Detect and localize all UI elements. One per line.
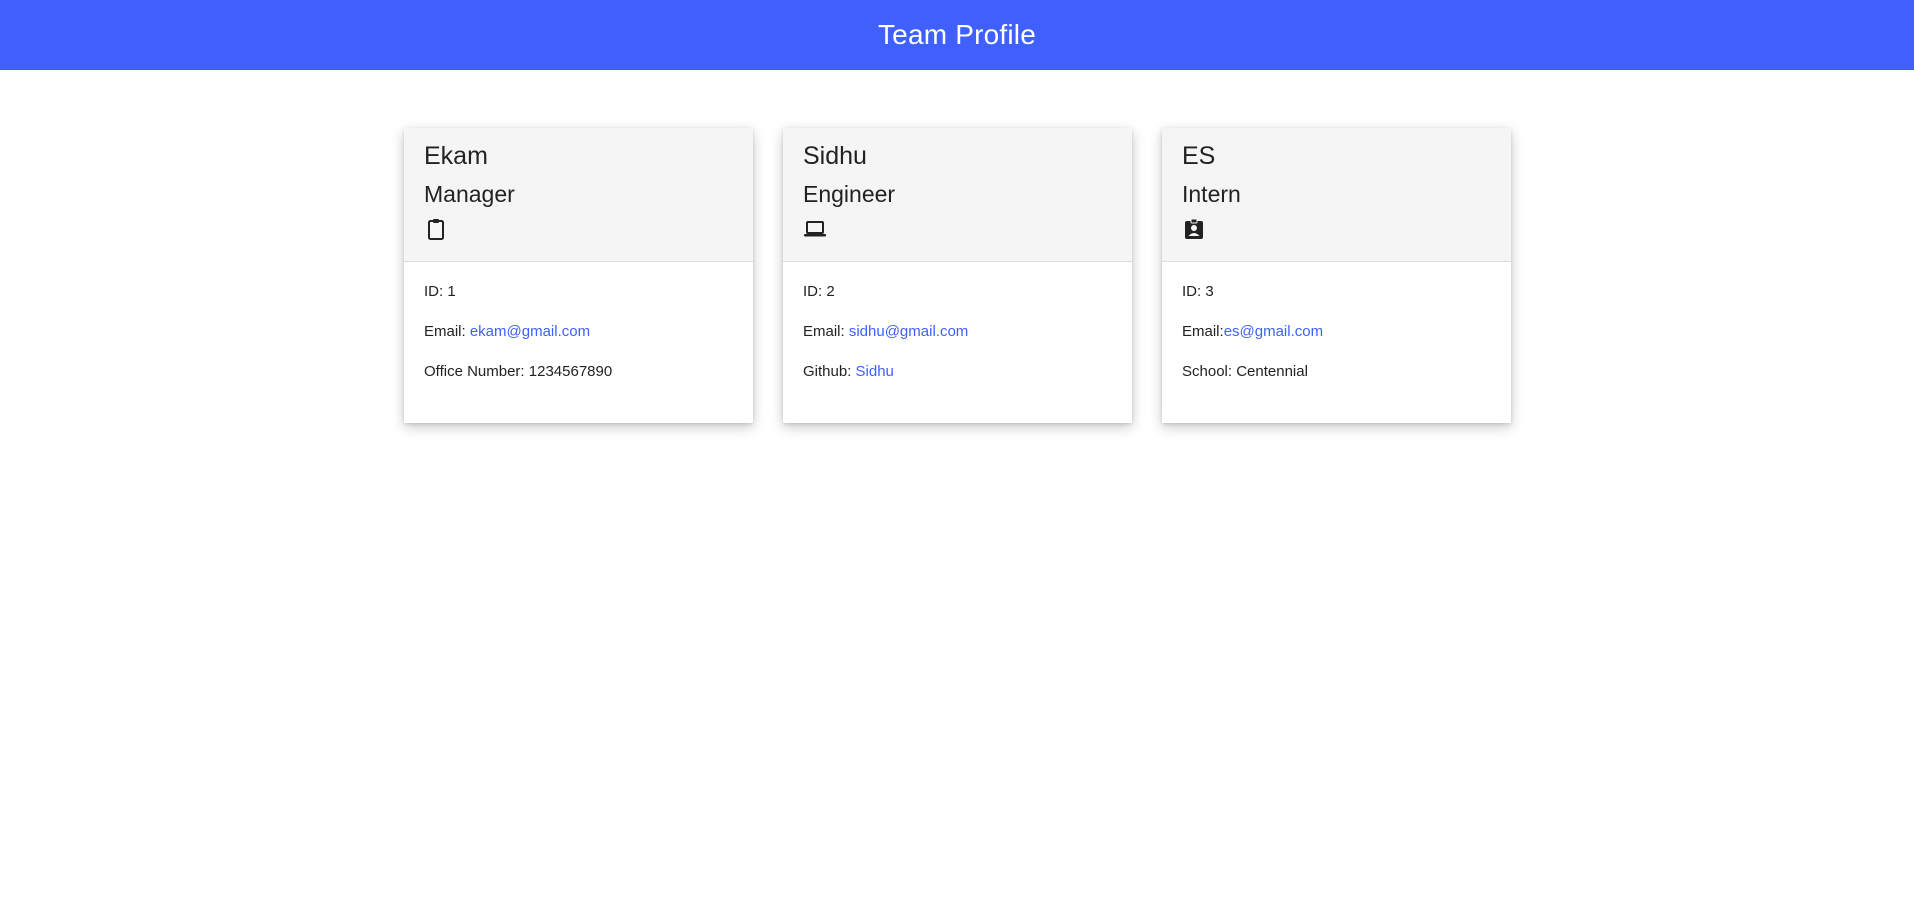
email-label: Email: (1182, 323, 1224, 340)
employee-email-line: Email: sidhu@gmail.com (803, 324, 1112, 339)
github-link[interactable]: Sidhu (856, 363, 894, 380)
employee-id: ID: 2 (803, 283, 835, 300)
employee-role: Manager (424, 181, 515, 207)
office-number-line: Office Number: 1234567890 (424, 364, 733, 379)
school-value: Centennial (1236, 363, 1308, 380)
employee-role: Intern (1182, 181, 1241, 207)
email-link[interactable]: sidhu@gmail.com (849, 323, 968, 340)
employee-card-intern: ES Intern ID: 3 Email:es@gmail.com Schoo… (1162, 128, 1511, 423)
student-badge-icon (1185, 218, 1203, 239)
email-label: Email: (803, 323, 849, 340)
office-number-label: Office Number: (424, 363, 529, 380)
page-title: Team Profile (877, 19, 1036, 50)
employee-email-line: Email:es@gmail.com (1182, 324, 1491, 339)
employee-id: ID: 3 (1182, 283, 1214, 300)
employee-card-manager: Ekam Manager ID: 1 Email: ekam@gmail.com… (404, 128, 753, 423)
email-label: Email: (424, 323, 470, 340)
employee-card-engineer: Sidhu Engineer ID: 2 Email: sidhu@gmail.… (783, 128, 1132, 423)
employee-email-line: Email: ekam@gmail.com (424, 324, 733, 339)
github-line: Github: Sidhu (803, 364, 1112, 379)
employee-name: Sidhu (803, 142, 867, 170)
email-link[interactable]: es@gmail.com (1224, 323, 1323, 340)
card-header: Ekam Manager (404, 128, 753, 262)
employee-id: ID: 1 (424, 283, 456, 300)
clipboard-icon (428, 219, 444, 240)
email-link[interactable]: ekam@gmail.com (470, 323, 590, 340)
employee-name: ES (1182, 142, 1216, 170)
school-line: School: Centennial (1182, 364, 1491, 379)
team-cards: Ekam Manager ID: 1 Email: ekam@gmail.com… (404, 128, 1511, 423)
school-label: School: (1182, 363, 1237, 380)
employee-role: Engineer (803, 181, 896, 207)
card-header: ES Intern (1162, 128, 1511, 262)
card-body: ID: 1 Email: ekam@gmail.com Office Numbe… (404, 262, 753, 379)
card-header: Sidhu Engineer (783, 128, 1132, 262)
github-label: Github: (803, 363, 856, 380)
office-number-value: 1234567890 (528, 363, 613, 380)
card-body: ID: 3 Email:es@gmail.com School: Centenn… (1162, 262, 1511, 379)
page-header: Team Profile (0, 0, 1914, 70)
card-body: ID: 2 Email: sidhu@gmail.com Github: Sid… (783, 262, 1132, 379)
laptop-icon (804, 221, 826, 237)
employee-name: Ekam (424, 142, 488, 170)
